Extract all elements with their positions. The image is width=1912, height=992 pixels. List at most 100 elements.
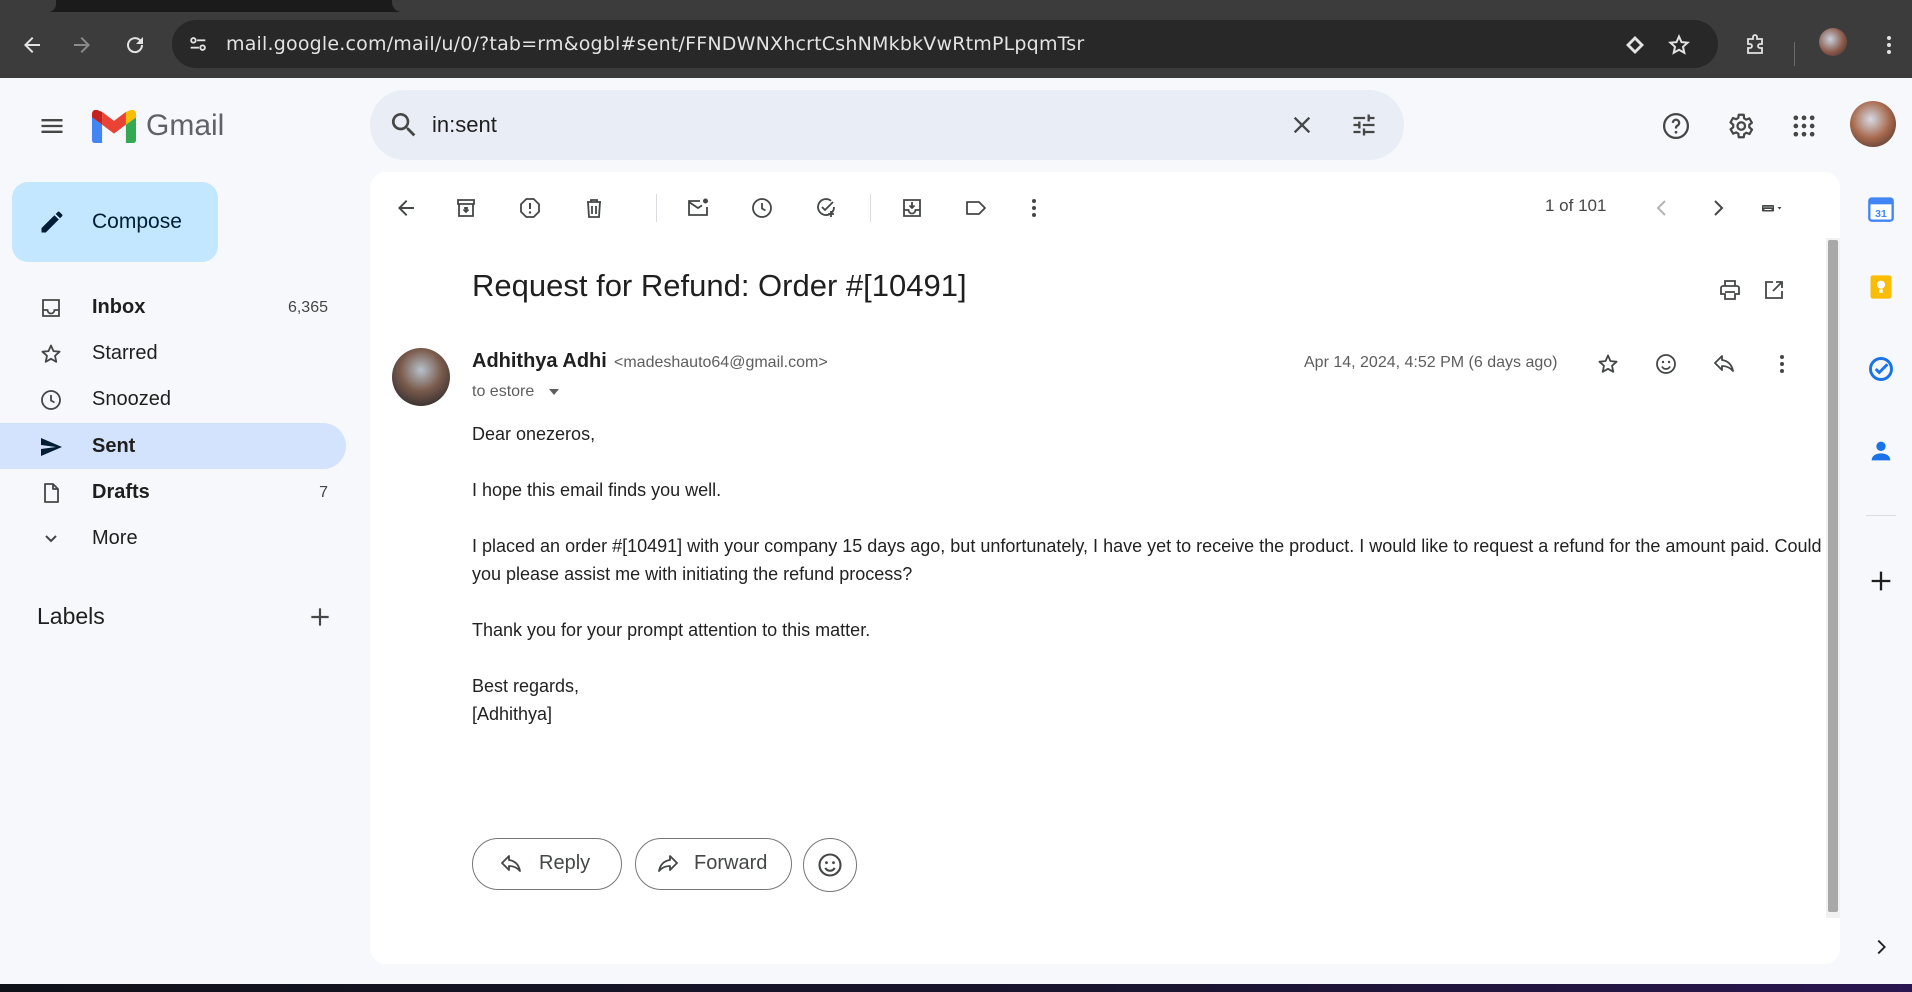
back-icon[interactable] — [17, 30, 47, 60]
scrollbar-thumb[interactable] — [1828, 240, 1838, 912]
sidebar-item-inbox[interactable]: Inbox 6,365 — [0, 284, 346, 330]
add-reaction-emoji-icon[interactable] — [1646, 344, 1686, 384]
reload-icon[interactable] — [120, 30, 150, 60]
add-task-icon[interactable] — [806, 188, 846, 228]
pencil-icon — [41, 211, 63, 233]
chevron-down-icon — [38, 526, 64, 552]
url-text[interactable]: mail.google.com/mail/u/0/?tab=rm&ogbl#se… — [226, 33, 1084, 55]
sidebar-item-label: Drafts — [92, 481, 150, 503]
forward-nav-icon[interactable] — [67, 30, 97, 60]
profile-avatar[interactable] — [1819, 28, 1847, 56]
reply-arrow-icon — [501, 855, 521, 872]
reply-button[interactable]: Reply — [472, 838, 622, 890]
browser-toolbar: mail.google.com/mail/u/0/?tab=rm&ogbl#se… — [0, 12, 1912, 78]
calendar-icon[interactable]: 31 — [1862, 190, 1900, 228]
settings-gear-icon[interactable] — [1718, 104, 1762, 148]
email-body-line: I hope this email finds you well. — [472, 480, 722, 500]
move-to-icon[interactable] — [892, 188, 932, 228]
browser-menu-icon[interactable] — [1874, 30, 1904, 60]
sender-avatar[interactable] — [392, 348, 450, 406]
sender-email: <madeshauto64@gmail.com> — [614, 354, 828, 371]
emoji-reaction-button[interactable] — [803, 838, 857, 892]
smiley-icon — [818, 853, 842, 877]
search-input[interactable]: in:sent — [432, 112, 497, 138]
lens-icon[interactable] — [1622, 32, 1648, 58]
svg-text:31: 31 — [1875, 208, 1887, 220]
main-menu-icon[interactable] — [32, 106, 72, 146]
extensions-icon[interactable] — [1740, 30, 1770, 60]
bookmark-star-icon[interactable] — [1666, 32, 1692, 58]
contacts-icon[interactable] — [1862, 432, 1900, 470]
sidebar-item-starred[interactable]: Starred — [0, 330, 346, 376]
compose-button[interactable]: Compose — [12, 182, 218, 262]
pagination-text: 1 of 101 — [1545, 196, 1607, 215]
archive-icon[interactable] — [446, 188, 486, 228]
taskbar-strip — [0, 984, 1912, 992]
side-panel-divider — [1866, 515, 1896, 516]
search-options-icon[interactable] — [1346, 107, 1382, 143]
labels-heading: Labels — [37, 603, 105, 629]
forward-arrow-icon — [658, 855, 678, 872]
message-more-icon[interactable] — [1762, 344, 1802, 384]
email-body-line: Dear onezeros, — [472, 424, 596, 444]
search-icon[interactable] — [388, 109, 420, 141]
clear-search-icon[interactable] — [1284, 107, 1320, 143]
reply-label: Reply — [539, 852, 591, 874]
sidebar-item-more[interactable]: More — [0, 515, 346, 561]
browser-tab[interactable] — [0, 0, 56, 12]
email-date: Apr 14, 2024, 4:52 PM (6 days ago) — [1304, 354, 1558, 371]
account-avatar[interactable] — [1850, 101, 1896, 147]
input-tools-keyboard-icon[interactable] — [1738, 188, 1808, 228]
show-side-panel-chevron-icon[interactable] — [1862, 928, 1900, 966]
sidebar-item-drafts[interactable]: Drafts 7 — [0, 469, 346, 515]
draft-file-icon — [38, 480, 64, 506]
sidebar-item-label: More — [92, 527, 138, 549]
email-signoff: Best regards, — [472, 676, 580, 696]
sidebar-item-label: Snoozed — [92, 388, 171, 410]
toolbar-divider — [1794, 42, 1795, 66]
add-label-icon[interactable] — [303, 600, 337, 634]
label-tag-icon[interactable] — [956, 188, 996, 228]
snooze-clock-icon[interactable] — [742, 188, 782, 228]
tasks-icon[interactable] — [1862, 350, 1900, 388]
address-bar[interactable]: mail.google.com/mail/u/0/?tab=rm&ogbl#se… — [172, 20, 1718, 68]
gmail-logo[interactable]: Gmail — [92, 106, 224, 146]
keep-notes-icon[interactable] — [1862, 268, 1900, 306]
star-icon — [38, 341, 64, 367]
older-chevron-right-icon[interactable] — [1698, 188, 1738, 228]
delete-trash-icon[interactable] — [574, 188, 614, 228]
get-addons-plus-icon[interactable] — [1862, 562, 1900, 600]
more-options-icon[interactable] — [1014, 188, 1054, 228]
forward-button[interactable]: Forward — [635, 838, 792, 890]
site-info-icon[interactable] — [184, 30, 212, 58]
email-body-paragraph: I placed an order #[10491] with your com… — [472, 536, 1822, 584]
show-details-caret-icon[interactable] — [546, 384, 562, 400]
email-body-line: Thank you for your prompt attention to t… — [472, 620, 871, 640]
browser-tab[interactable] — [392, 0, 1912, 12]
compose-label: Compose — [92, 210, 182, 233]
report-spam-icon[interactable] — [510, 188, 550, 228]
open-in-new-window-icon[interactable] — [1754, 270, 1794, 310]
back-to-list-icon[interactable] — [386, 188, 426, 228]
sender-name[interactable]: Adhithya Adhi — [472, 350, 607, 373]
browser-tab-strip — [0, 0, 1912, 12]
apps-grid-icon[interactable] — [1782, 104, 1826, 148]
email-subject: Request for Refund: Order #[10491] — [472, 268, 967, 303]
sidebar-item-snoozed[interactable]: Snoozed — [0, 376, 346, 422]
mark-unread-icon[interactable] — [678, 188, 718, 228]
inbox-icon — [38, 295, 64, 321]
print-icon[interactable] — [1710, 270, 1750, 310]
email-signature: [Adhithya] — [472, 704, 553, 724]
sidebar-item-sent[interactable]: Sent — [0, 423, 346, 469]
newer-chevron-left-icon[interactable] — [1642, 188, 1682, 228]
clock-icon — [38, 387, 64, 413]
toolbar-divider — [656, 194, 657, 222]
sidebar-item-label: Sent — [92, 435, 136, 457]
help-icon[interactable] — [1654, 104, 1698, 148]
reply-icon[interactable] — [1704, 344, 1744, 384]
star-message-icon[interactable] — [1588, 344, 1628, 384]
toolbar-divider — [870, 194, 871, 222]
gmail-m-icon — [92, 109, 136, 143]
search-bar[interactable]: in:sent — [370, 90, 1404, 160]
sidebar-item-label: Inbox — [92, 296, 146, 318]
